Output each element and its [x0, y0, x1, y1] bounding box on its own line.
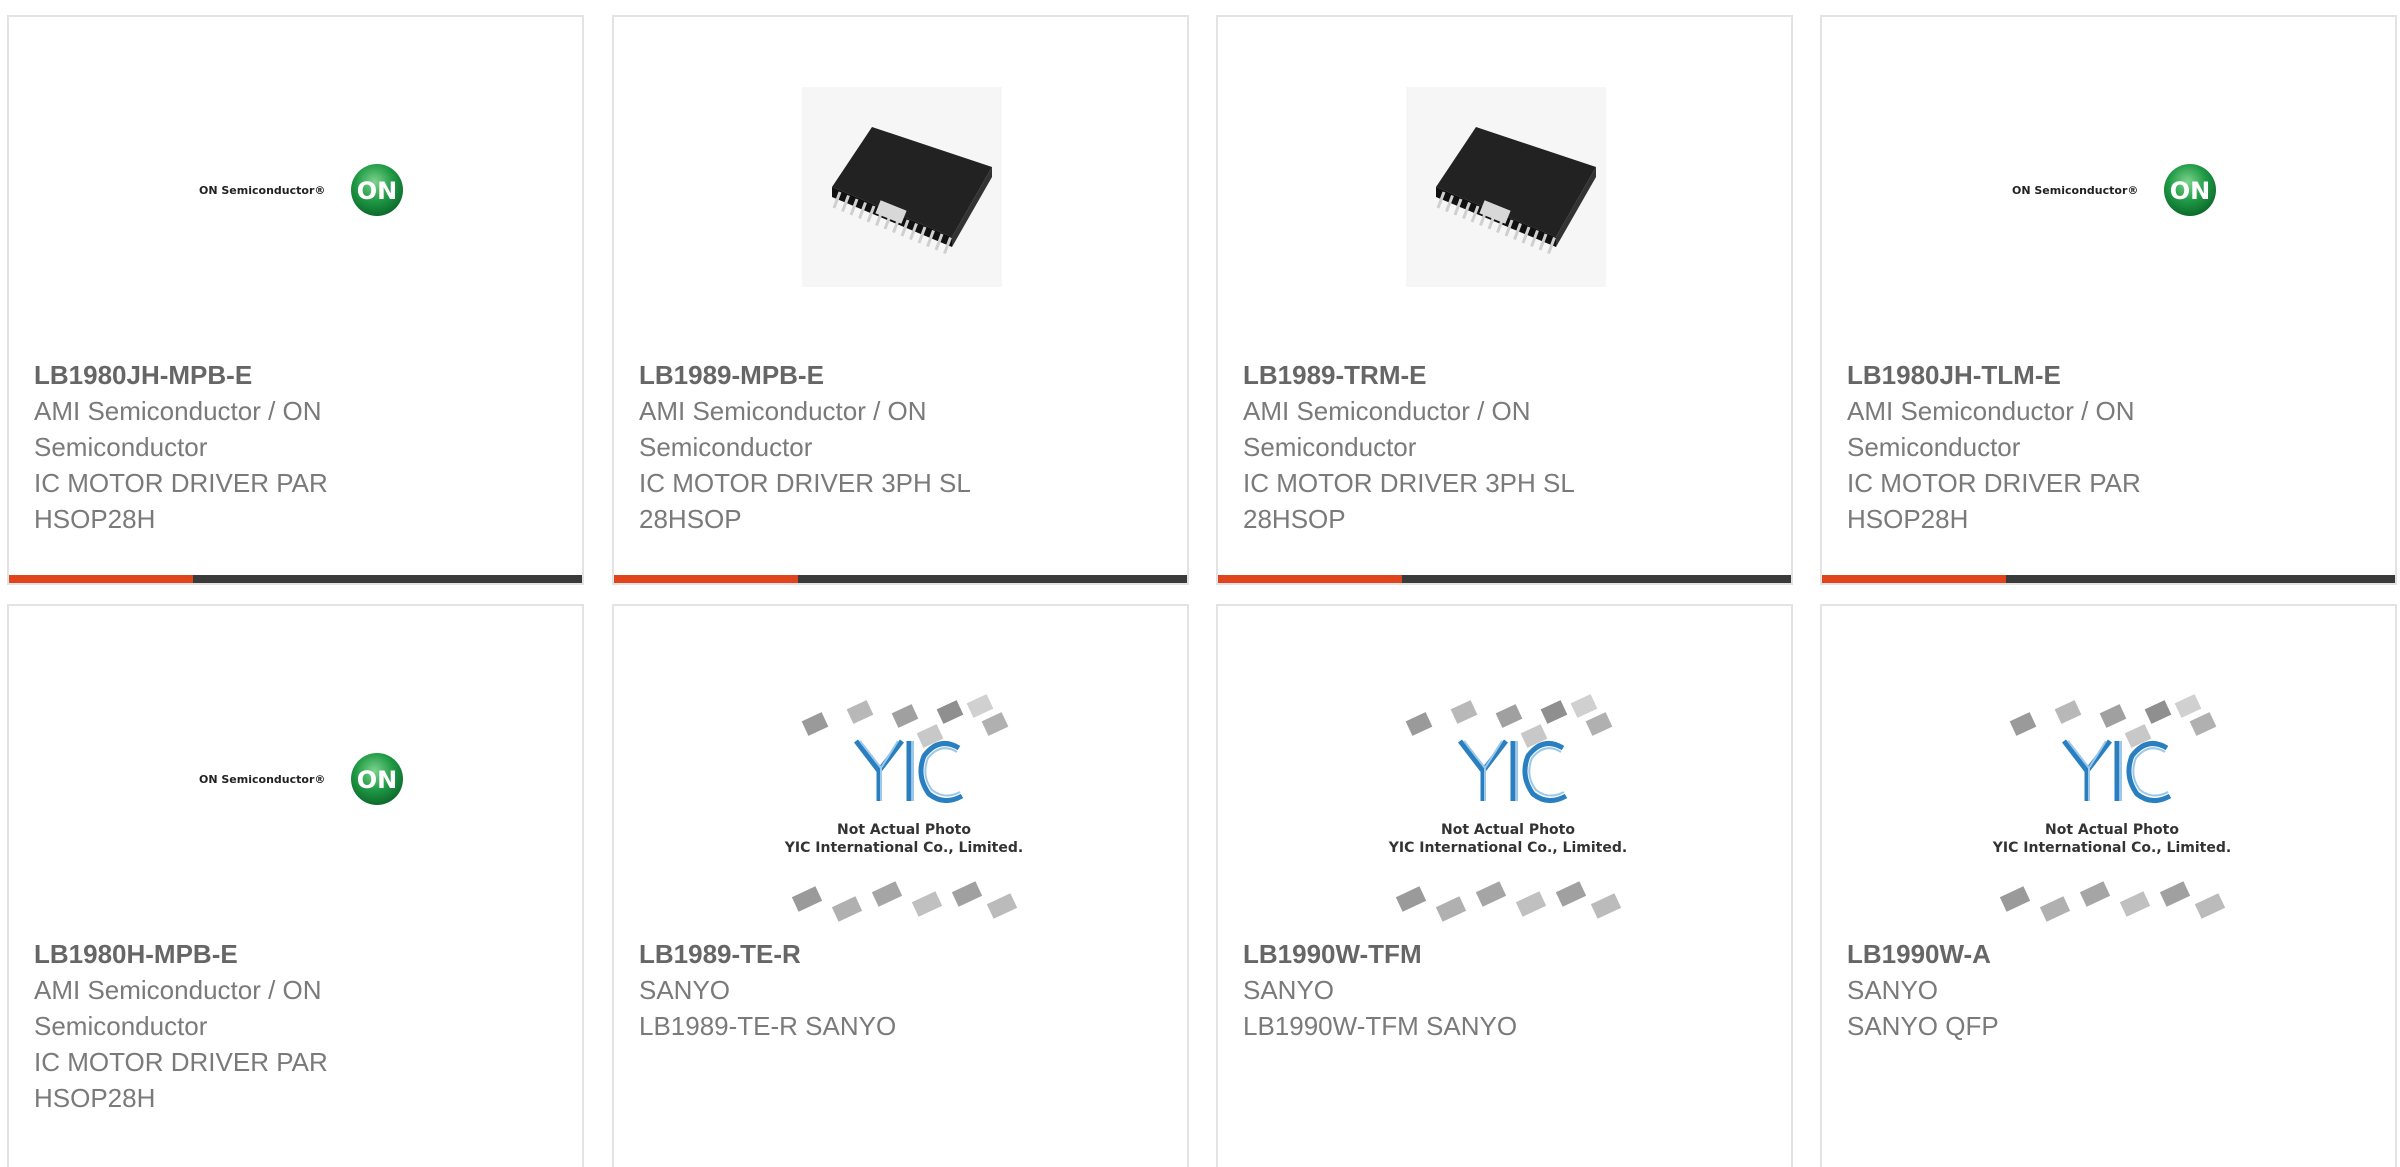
part-number[interactable]: LB1989-TE-R	[639, 936, 1167, 972]
manufacturer: SANYO	[1243, 975, 1335, 1005]
manufacturer: SANYO	[639, 975, 731, 1005]
description: IC MOTOR DRIVER PAR HSOP28H	[34, 1047, 328, 1113]
description: IC MOTOR DRIVER PAR HSOP28H	[34, 468, 328, 534]
on-semiconductor-wordmark: ON Semiconductor®	[199, 773, 326, 786]
product-image[interactable]: ON Semiconductor® ON	[9, 606, 582, 946]
on-badge-text: ON	[357, 766, 398, 794]
manufacturer: AMI Semiconductor / ON Semiconductor	[34, 975, 322, 1041]
part-number[interactable]: LB1989-MPB-E	[639, 357, 1167, 393]
description: LB1990W-TFM SANYO	[1243, 1011, 1518, 1041]
product-card[interactable]: ON Semiconductor® ON LB1980H-MPB-E AMI S…	[7, 604, 584, 1167]
card-accent-highlight	[1218, 575, 1402, 583]
on-badge-text: ON	[357, 177, 398, 205]
product-card[interactable]: ON Semiconductor® ON LB1980JH-MPB-E AMI …	[7, 15, 584, 585]
product-card[interactable]: Not Actual Photo YIC International Co., …	[1216, 604, 1793, 1167]
chip-collage-icon	[1395, 694, 1622, 922]
on-semiconductor-wordmark: ON Semiconductor®	[2012, 184, 2139, 197]
product-image[interactable]: ON Semiconductor® ON	[1822, 17, 2395, 357]
description: SANYO QFP	[1847, 1011, 1999, 1041]
product-image[interactable]: ON Semiconductor® ON	[9, 17, 582, 357]
chip-photo	[802, 87, 1002, 287]
card-accent-bar	[614, 575, 1187, 583]
description: IC MOTOR DRIVER 3PH SL 28HSOP	[639, 468, 970, 534]
chip-collage-icon	[1999, 694, 2226, 922]
card-accent-highlight	[614, 575, 798, 583]
product-info: LB1980JH-MPB-E AMI Semiconductor / ON Se…	[34, 357, 562, 537]
yic-placeholder-image: Not Actual Photo YIC International Co., …	[764, 686, 1044, 936]
placeholder-caption: Not Actual Photo YIC International Co., …	[1972, 821, 2252, 857]
product-image[interactable]	[1218, 17, 1791, 357]
card-accent-bar	[9, 575, 582, 583]
product-card[interactable]: LB1989-MPB-E AMI Semiconductor / ON Semi…	[612, 15, 1189, 585]
product-card[interactable]: Not Actual Photo YIC International Co., …	[612, 604, 1189, 1167]
product-info: LB1980H-MPB-E AMI Semiconductor / ON Sem…	[34, 936, 562, 1116]
product-info: LB1989-TRM-E AMI Semiconductor / ON Semi…	[1243, 357, 1771, 537]
card-accent-bar	[1218, 575, 1791, 583]
manufacturer: AMI Semiconductor / ON Semiconductor	[1243, 396, 1531, 462]
part-number[interactable]: LB1990W-TFM	[1243, 936, 1771, 972]
product-info: LB1990W-A SANYO SANYO QFP	[1847, 936, 2375, 1044]
not-actual-photo-label: Not Actual Photo	[837, 822, 971, 838]
product-info: LB1989-TE-R SANYO LB1989-TE-R SANYO	[639, 936, 1167, 1044]
part-number[interactable]: LB1989-TRM-E	[1243, 357, 1771, 393]
product-image[interactable]: Not Actual Photo YIC International Co., …	[614, 606, 1187, 946]
chip-photo	[1406, 87, 1606, 287]
on-badge-icon: ON	[351, 164, 403, 216]
placeholder-caption: Not Actual Photo YIC International Co., …	[1368, 821, 1648, 857]
product-image[interactable]: Not Actual Photo YIC International Co., …	[1218, 606, 1791, 946]
company-label: YIC International Co., Limited.	[1992, 840, 2232, 856]
not-actual-photo-label: Not Actual Photo	[1441, 822, 1575, 838]
description: IC MOTOR DRIVER 3PH SL 28HSOP	[1243, 468, 1574, 534]
manufacturer: AMI Semiconductor / ON Semiconductor	[1847, 396, 2135, 462]
product-info: LB1989-MPB-E AMI Semiconductor / ON Semi…	[639, 357, 1167, 537]
not-actual-photo-label: Not Actual Photo	[2045, 822, 2179, 838]
card-accent-highlight	[9, 575, 193, 583]
on-badge-icon: ON	[351, 753, 403, 805]
part-number[interactable]: LB1980JH-MPB-E	[34, 357, 562, 393]
yic-placeholder-image: Not Actual Photo YIC International Co., …	[1368, 686, 1648, 936]
yic-placeholder-image: Not Actual Photo YIC International Co., …	[1972, 686, 2252, 936]
product-image[interactable]	[614, 17, 1187, 357]
product-info: LB1980JH-TLM-E AMI Semiconductor / ON Se…	[1847, 357, 2375, 537]
manufacturer: SANYO	[1847, 975, 1939, 1005]
manufacturer: AMI Semiconductor / ON Semiconductor	[639, 396, 927, 462]
company-label: YIC International Co., Limited.	[1388, 840, 1628, 856]
product-info: LB1990W-TFM SANYO LB1990W-TFM SANYO	[1243, 936, 1771, 1044]
placeholder-caption: Not Actual Photo YIC International Co., …	[764, 821, 1044, 857]
card-accent-bar	[1822, 575, 2395, 583]
product-grid: ON Semiconductor® ON LB1980JH-MPB-E AMI …	[0, 0, 2400, 1167]
card-accent-highlight	[1822, 575, 2006, 583]
part-number[interactable]: LB1980JH-TLM-E	[1847, 357, 2375, 393]
on-badge-text: ON	[2170, 177, 2211, 205]
on-semiconductor-logo: ON Semiconductor® ON	[199, 162, 409, 222]
product-image[interactable]: Not Actual Photo YIC International Co., …	[1822, 606, 2395, 946]
on-semiconductor-wordmark: ON Semiconductor®	[199, 184, 326, 197]
part-number[interactable]: LB1980H-MPB-E	[34, 936, 562, 972]
manufacturer: AMI Semiconductor / ON Semiconductor	[34, 396, 322, 462]
part-number[interactable]: LB1990W-A	[1847, 936, 2375, 972]
description: LB1989-TE-R SANYO	[639, 1011, 897, 1041]
chip-collage-icon	[791, 694, 1018, 922]
product-card[interactable]: Not Actual Photo YIC International Co., …	[1820, 604, 2397, 1167]
on-semiconductor-logo: ON Semiconductor® ON	[199, 751, 409, 811]
product-card[interactable]: LB1989-TRM-E AMI Semiconductor / ON Semi…	[1216, 15, 1793, 585]
company-label: YIC International Co., Limited.	[784, 840, 1024, 856]
on-semiconductor-logo: ON Semiconductor® ON	[2012, 162, 2222, 222]
on-badge-icon: ON	[2164, 164, 2216, 216]
description: IC MOTOR DRIVER PAR HSOP28H	[1847, 468, 2141, 534]
product-card[interactable]: ON Semiconductor® ON LB1980JH-TLM-E AMI …	[1820, 15, 2397, 585]
